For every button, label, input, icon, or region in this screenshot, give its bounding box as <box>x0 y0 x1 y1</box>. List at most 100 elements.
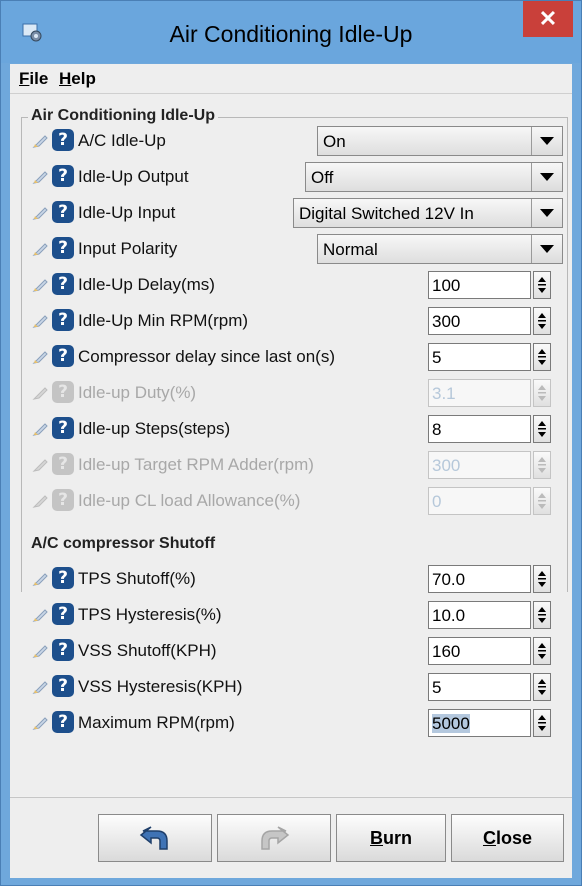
vss-hysteresis-input[interactable]: 5 <box>428 673 531 701</box>
pencil-icon[interactable] <box>32 132 50 150</box>
compressor-delay-input[interactable]: 5 <box>428 343 531 371</box>
pencil-icon[interactable] <box>32 642 50 660</box>
row-compressor-delay: ? Compressor delay since last on(s) 5 <box>10 339 572 373</box>
idle-up-min-rpm-input[interactable]: 300 <box>428 307 531 335</box>
client-area: File Help Air Conditioning Idle-Up ? A/C… <box>10 64 572 878</box>
row-max-rpm: ? Maximum RPM(rpm) 5000 <box>10 705 572 739</box>
undo-arrow-icon <box>139 826 168 850</box>
row-idle-up-steps: ? Idle-up Steps(steps) 8 <box>10 411 572 445</box>
row-idle-up-input: ? Idle-Up Input Digital Switched 12V In <box>10 195 572 229</box>
chevron-down-icon[interactable] <box>531 163 562 191</box>
pencil-icon[interactable] <box>32 420 50 438</box>
field-label: Input Polarity <box>78 239 178 258</box>
input-polarity-select[interactable]: Normal <box>317 234 563 264</box>
pencil-icon[interactable] <box>32 312 50 330</box>
help-icon[interactable]: ? <box>52 639 74 661</box>
spinner-arrows-icon <box>533 487 551 515</box>
tps-hysteresis-input[interactable]: 10.0 <box>428 601 531 629</box>
row-ac-idle-up: ? A/C Idle-Up On <box>10 123 572 157</box>
pencil-icon <box>32 387 48 400</box>
help-icon: ? <box>52 381 74 403</box>
row-tps-shutoff: ? TPS Shutoff(%) 70.0 <box>10 561 572 595</box>
menu-file[interactable]: File <box>19 69 48 89</box>
chevron-down-icon[interactable] <box>531 235 562 263</box>
help-icon[interactable]: ? <box>52 129 74 151</box>
help-icon[interactable]: ? <box>52 165 74 187</box>
field-label: TPS Hysteresis(%) <box>78 605 222 624</box>
field-label: Idle-up Duty(%) <box>78 383 197 402</box>
idle-up-input-select[interactable]: Digital Switched 12V In <box>293 198 563 228</box>
undo-button[interactable] <box>98 814 212 862</box>
spinner-arrows-icon[interactable] <box>533 709 551 737</box>
help-icon[interactable]: ? <box>52 345 74 367</box>
redo-arrow-icon <box>261 826 290 850</box>
row-target-rpm-adder: ? Idle-up Target RPM Adder(rpm) 300 <box>10 447 572 481</box>
field-label: Idle-up CL load Allowance(%) <box>78 491 301 510</box>
field-label: A/C Idle-Up <box>78 131 166 150</box>
row-idle-up-duty: ? Idle-up Duty(%) 3.1 <box>10 375 572 409</box>
dialog-window: Air Conditioning Idle-Up ✕ File Help Air… <box>0 0 582 886</box>
field-label: Idle-up Target RPM Adder(rpm) <box>78 455 314 474</box>
spinner-arrows-icon[interactable] <box>533 601 551 629</box>
row-input-polarity: ? Input Polarity Normal <box>10 231 572 265</box>
field-label: TPS Shutoff(%) <box>78 569 196 588</box>
field-label: Compressor delay since last on(s) <box>78 347 335 366</box>
pencil-icon[interactable] <box>32 168 50 186</box>
spinner-arrows-icon[interactable] <box>533 307 551 335</box>
close-button[interactable]: Close <box>451 814 564 862</box>
row-idle-up-min-rpm: ? Idle-Up Min RPM(rpm) 300 <box>10 303 572 337</box>
field-label: Maximum RPM(rpm) <box>78 713 235 732</box>
chevron-down-icon[interactable] <box>531 199 562 227</box>
window-close-button[interactable]: ✕ <box>523 1 573 37</box>
row-vss-shutoff: ? VSS Shutoff(KPH) 160 <box>10 633 572 667</box>
pencil-icon[interactable] <box>32 240 50 258</box>
ac-idle-up-select[interactable]: On <box>317 126 563 156</box>
pencil-icon[interactable] <box>32 678 50 696</box>
title-bar[interactable]: Air Conditioning Idle-Up ✕ <box>1 1 581 63</box>
idle-up-duty-input: 3.1 <box>428 379 531 407</box>
help-icon[interactable]: ? <box>52 711 74 733</box>
help-icon[interactable]: ? <box>52 675 74 697</box>
burn-button[interactable]: Burn <box>336 814 446 862</box>
max-rpm-input[interactable]: 5000 <box>428 709 531 737</box>
pencil-icon[interactable] <box>32 606 50 624</box>
field-label: Idle-up Steps(steps) <box>78 419 231 438</box>
chevron-down-icon[interactable] <box>531 127 562 155</box>
spinner-arrows-icon[interactable] <box>533 673 551 701</box>
vss-shutoff-input[interactable]: 160 <box>428 637 531 665</box>
spinner-arrows-icon[interactable] <box>533 565 551 593</box>
row-idle-up-output: ? Idle-Up Output Off <box>10 159 572 193</box>
help-icon[interactable]: ? <box>52 603 74 625</box>
spinner-arrows-icon[interactable] <box>533 415 551 443</box>
menu-bar: File Help <box>10 64 572 94</box>
help-icon[interactable]: ? <box>52 273 74 295</box>
idle-up-output-select[interactable]: Off <box>305 162 563 192</box>
row-cl-load-allowance: ? Idle-up CL load Allowance(%) 0 <box>10 483 572 517</box>
spinner-arrows-icon[interactable] <box>533 271 551 299</box>
pencil-icon[interactable] <box>32 714 50 732</box>
pencil-icon[interactable] <box>32 348 50 366</box>
help-icon[interactable]: ? <box>52 417 74 439</box>
spinner-arrows-icon[interactable] <box>533 343 551 371</box>
help-icon[interactable]: ? <box>52 237 74 259</box>
spinner-arrows-icon <box>533 451 551 479</box>
spinner-arrows-icon[interactable] <box>533 637 551 665</box>
help-icon[interactable]: ? <box>52 567 74 589</box>
target-rpm-adder-input: 300 <box>428 451 531 479</box>
pencil-icon[interactable] <box>32 276 50 294</box>
idle-up-delay-input[interactable]: 100 <box>428 271 531 299</box>
field-label: Idle-Up Output <box>78 167 189 186</box>
field-label: Idle-Up Delay(ms) <box>78 275 215 294</box>
pencil-icon <box>32 459 48 472</box>
section-title-compressor-shutoff: A/C compressor Shutoff <box>31 535 216 552</box>
pencil-icon[interactable] <box>32 204 50 222</box>
menu-help[interactable]: Help <box>59 69 96 89</box>
pencil-icon[interactable] <box>32 570 50 588</box>
idle-up-steps-input[interactable]: 8 <box>428 415 531 443</box>
row-tps-hysteresis: ? TPS Hysteresis(%) 10.0 <box>10 597 572 631</box>
help-icon[interactable]: ? <box>52 201 74 223</box>
help-icon[interactable]: ? <box>52 309 74 331</box>
tps-shutoff-input[interactable]: 70.0 <box>428 565 531 593</box>
close-icon: ✕ <box>538 6 558 31</box>
field-label: VSS Hysteresis(KPH) <box>78 677 243 696</box>
